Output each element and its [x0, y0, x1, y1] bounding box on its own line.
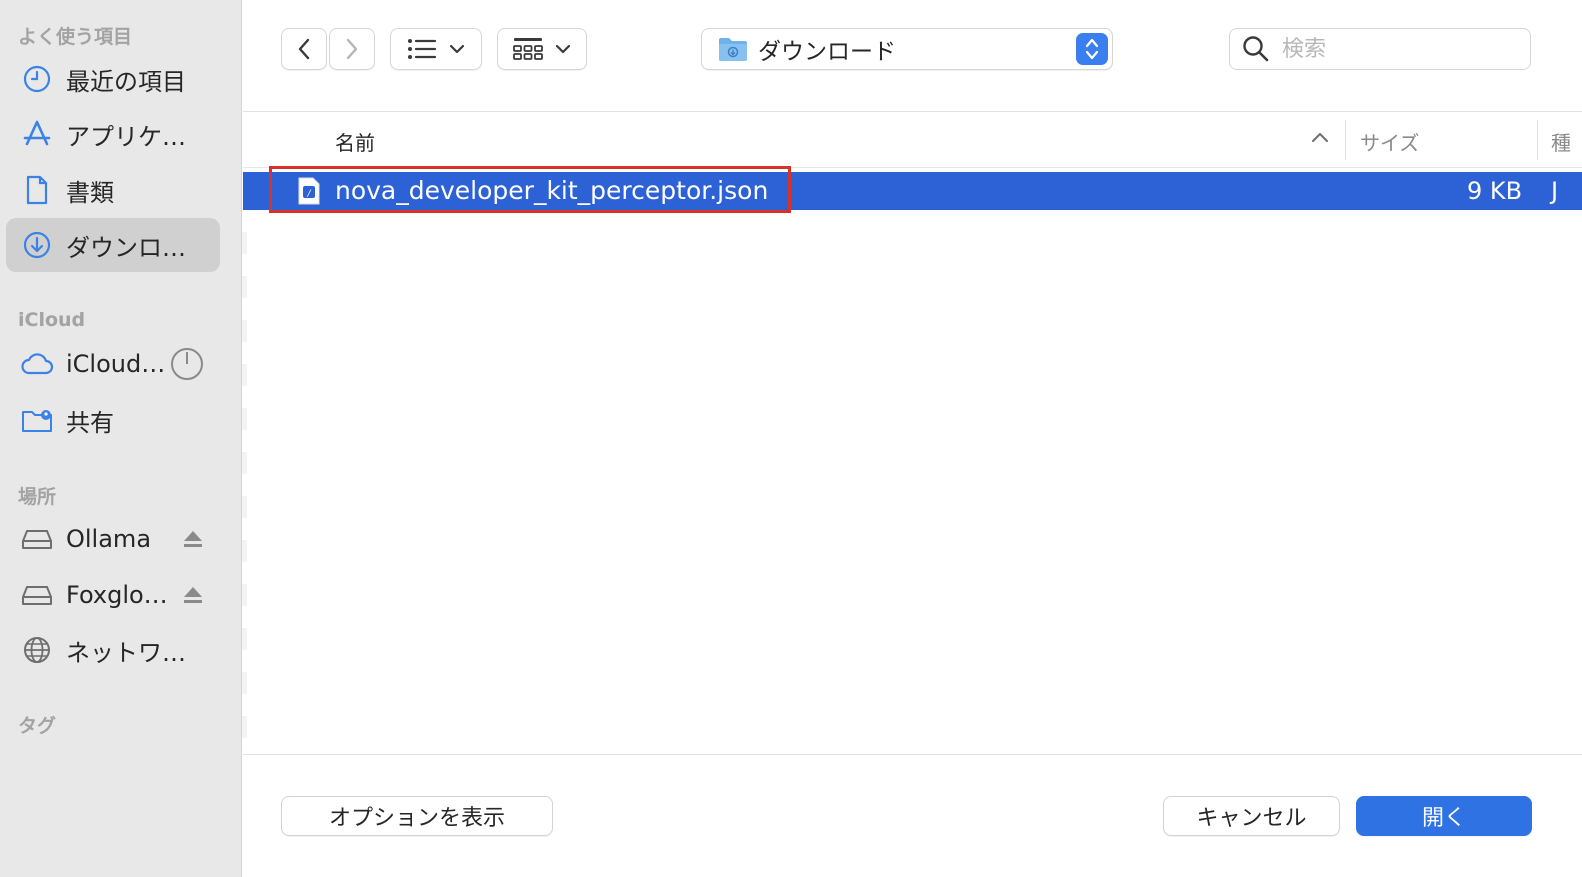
sidebar-item-label: Foxglo… [66, 581, 168, 609]
applications-icon [20, 117, 54, 151]
sidebar-item-label: ネットワ… [66, 638, 186, 667]
column-header: 名前 サイズ 種 [243, 112, 1582, 168]
show-options-button[interactable]: オプションを表示 [281, 796, 553, 836]
forward-button[interactable] [329, 28, 375, 70]
sort-ascending-icon[interactable] [1311, 131, 1329, 143]
sidebar-item-label: アプリケ… [66, 122, 186, 151]
popup-stepper-icon [1076, 33, 1108, 65]
sidebar-item-label: 書類 [66, 178, 114, 207]
downloads-folder-icon [719, 38, 747, 61]
search-field[interactable] [1229, 28, 1531, 70]
eject-icon[interactable] [182, 584, 204, 606]
sidebar: よく使う項目 最近の項目 アプリケ… 書類 ダウンロ… iCloud iClou… [0, 0, 242, 877]
file-kind: J [1551, 177, 1559, 205]
network-icon [20, 633, 54, 667]
back-button[interactable] [281, 28, 327, 70]
sidebar-item-foxglove[interactable]: Foxglo… [6, 568, 220, 622]
tags-header: タグ [18, 715, 57, 737]
cloud-icon [20, 347, 54, 381]
sidebar-item-network[interactable]: ネットワ… [6, 623, 220, 677]
open-button[interactable]: 開く [1356, 796, 1532, 836]
eject-icon[interactable] [182, 528, 204, 550]
column-name-header[interactable]: 名前 [335, 127, 375, 156]
sidebar-item-documents[interactable]: 書類 [6, 163, 220, 217]
list-view-icon [408, 39, 437, 59]
column-size-header[interactable]: サイズ [1360, 127, 1419, 156]
sidebar-item-downloads[interactable]: ダウンロ… [6, 218, 220, 272]
favorites-header: よく使う項目 [18, 26, 133, 48]
grid-view-icon [513, 38, 543, 60]
icloud-header: iCloud [18, 309, 86, 331]
sidebar-item-ollama[interactable]: Ollama [6, 512, 220, 566]
sync-progress-icon [170, 347, 204, 381]
group-view-button[interactable] [497, 28, 587, 70]
search-icon [1243, 36, 1269, 62]
sidebar-item-label: 共有 [66, 408, 114, 437]
sidebar-item-label: 最近の項目 [66, 67, 186, 96]
toolbar: ダウンロード [243, 0, 1582, 112]
location-popup[interactable]: ダウンロード [701, 28, 1113, 70]
clock-icon [20, 62, 54, 96]
download-icon [20, 228, 54, 262]
sidebar-item-applications[interactable]: アプリケ… [6, 107, 220, 161]
search-input[interactable] [1282, 36, 1512, 62]
list-view-button[interactable] [390, 28, 482, 70]
document-icon [20, 173, 54, 207]
column-kind-header[interactable]: 種 [1551, 127, 1571, 156]
list-edge [242, 210, 247, 755]
sidebar-item-shared[interactable]: 共有 [6, 393, 220, 447]
sidebar-item-icloud-drive[interactable]: iCloud… [6, 337, 220, 391]
chevron-right-icon [346, 38, 358, 60]
chevron-down-icon [449, 44, 465, 54]
sidebar-item-label: ダウンロ… [66, 233, 186, 262]
locations-header: 場所 [18, 486, 57, 508]
chevron-down-icon [555, 44, 571, 54]
shared-folder-icon [20, 403, 54, 437]
sidebar-item-label: iCloud… [66, 350, 166, 378]
cancel-button[interactable]: キャンセル [1163, 796, 1340, 836]
sidebar-item-recents[interactable]: 最近の項目 [6, 52, 220, 106]
sidebar-item-label: Ollama [66, 525, 152, 553]
drive-icon [20, 522, 54, 556]
location-label: ダウンロード [758, 39, 896, 65]
drive-icon [20, 578, 54, 612]
column-divider[interactable] [1345, 120, 1346, 160]
chevron-left-icon [298, 38, 310, 60]
selection-highlight-box [269, 166, 791, 213]
file-size: 9 KB [1467, 177, 1523, 205]
column-divider[interactable] [1537, 120, 1538, 160]
list-divider [243, 754, 1582, 755]
